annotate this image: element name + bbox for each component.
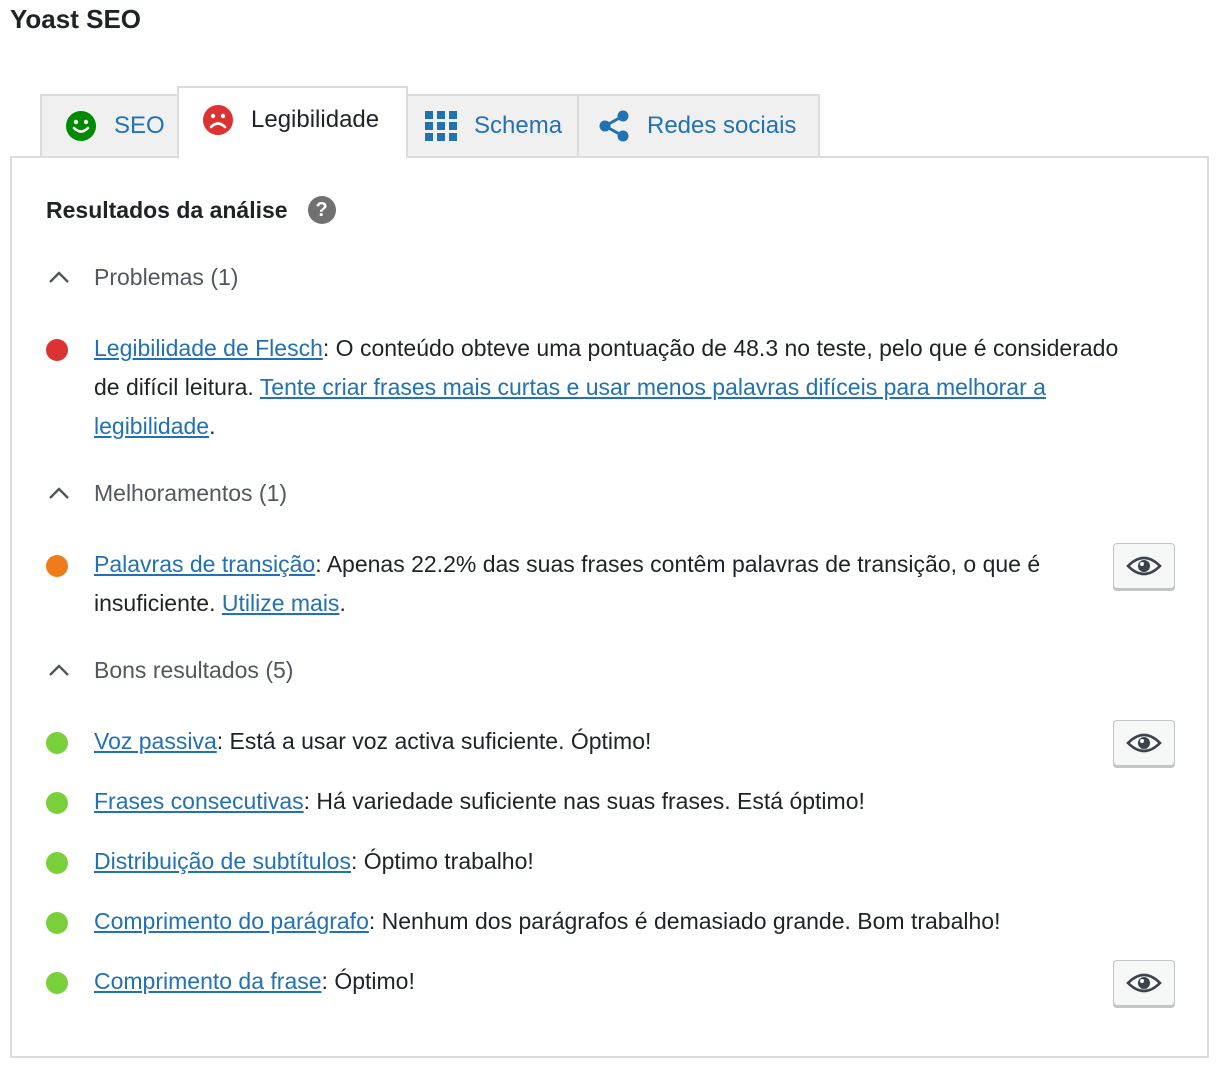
status-bullet-green: [46, 792, 68, 814]
status-bullet-green: [46, 912, 68, 934]
result-text: : Há variedade suficiente nas suas frase…: [303, 788, 865, 814]
result-link[interactable]: Palavras de transição: [94, 551, 315, 577]
app-title: Yoast SEO: [10, 4, 142, 34]
result-link[interactable]: Frases consecutivas: [94, 788, 304, 814]
highlight-button[interactable]: [1113, 543, 1175, 589]
tab-schema-label: Schema: [474, 112, 563, 139]
group-toggle-good[interactable]: Bons resultados (5): [46, 657, 293, 684]
result-link[interactable]: Comprimento do parágrafo: [94, 908, 369, 934]
group-toggle-problems[interactable]: Problemas (1): [46, 264, 238, 291]
result-end: .: [339, 590, 346, 616]
result-item: Comprimento do parágrafo: Nenhum dos par…: [46, 902, 1126, 941]
status-bullet-green: [46, 972, 68, 994]
result-text: : Óptimo trabalho!: [350, 848, 534, 874]
result-item: Legibilidade de Flesch: O conteúdo obtev…: [46, 329, 1126, 446]
tab-redes-sociais[interactable]: Redes sociais: [577, 94, 820, 156]
tab-legibilidade-label: Legibilidade: [251, 106, 380, 133]
grid-icon: [424, 109, 458, 143]
chevron-up-icon: [49, 486, 69, 499]
smiley-sad-icon: [201, 103, 235, 137]
result-link[interactable]: Distribuição de subtítulos: [94, 848, 351, 874]
share-icon: [597, 109, 631, 143]
tab-legibilidade[interactable]: Legibilidade: [177, 86, 408, 158]
status-bullet-orange: [46, 555, 68, 577]
result-text: : Nenhum dos parágrafos é demasiado gran…: [368, 908, 1001, 934]
result-help-link[interactable]: Utilize mais: [222, 590, 340, 616]
group-header-improvements: Melhoramentos (1): [94, 480, 288, 506]
eye-icon: [1126, 973, 1162, 993]
section-title-text: Resultados da análise: [46, 196, 288, 223]
result-item: Distribuição de subtítulos: Óptimo traba…: [46, 842, 1126, 881]
result-item: Voz passiva: Está a usar voz activa sufi…: [46, 722, 1126, 761]
result-link[interactable]: Voz passiva: [94, 728, 217, 754]
result-text: : Óptimo!: [321, 968, 415, 994]
result-link[interactable]: Comprimento da frase: [94, 968, 322, 994]
tab-redes-sociais-label: Redes sociais: [647, 112, 797, 139]
highlight-button[interactable]: [1113, 720, 1175, 766]
tab-schema[interactable]: Schema: [406, 94, 579, 156]
eye-icon: [1126, 556, 1162, 576]
section-title: Resultados da análise ?: [46, 196, 336, 224]
smiley-happy-icon: [64, 109, 98, 143]
group-header-problems: Problemas (1): [94, 264, 239, 290]
status-bullet-red: [46, 339, 68, 361]
result-item: Palavras de transição: Apenas 22.2% das …: [46, 545, 1056, 623]
result-item: Frases consecutivas: Há variedade sufici…: [46, 782, 1126, 821]
result-end: .: [209, 413, 216, 439]
result-link[interactable]: Legibilidade de Flesch: [94, 335, 323, 361]
chevron-up-icon: [49, 270, 69, 283]
group-toggle-improvements[interactable]: Melhoramentos (1): [46, 480, 287, 507]
chevron-up-icon: [49, 663, 69, 676]
status-bullet-green: [46, 732, 68, 754]
help-icon[interactable]: ?: [307, 196, 336, 224]
group-header-good: Bons resultados (5): [94, 657, 294, 683]
eye-icon: [1126, 733, 1162, 753]
analysis-panel: Resultados da análise ? Problemas (1) Le…: [10, 156, 1209, 1058]
tab-seo[interactable]: SEO: [40, 94, 180, 156]
status-bullet-green: [46, 852, 68, 874]
tab-seo-label: SEO: [114, 112, 165, 139]
result-text: : Está a usar voz activa suficiente. Ópt…: [216, 728, 652, 754]
result-item: Comprimento da frase: Óptimo!: [46, 962, 1126, 1001]
highlight-button[interactable]: [1113, 960, 1175, 1006]
